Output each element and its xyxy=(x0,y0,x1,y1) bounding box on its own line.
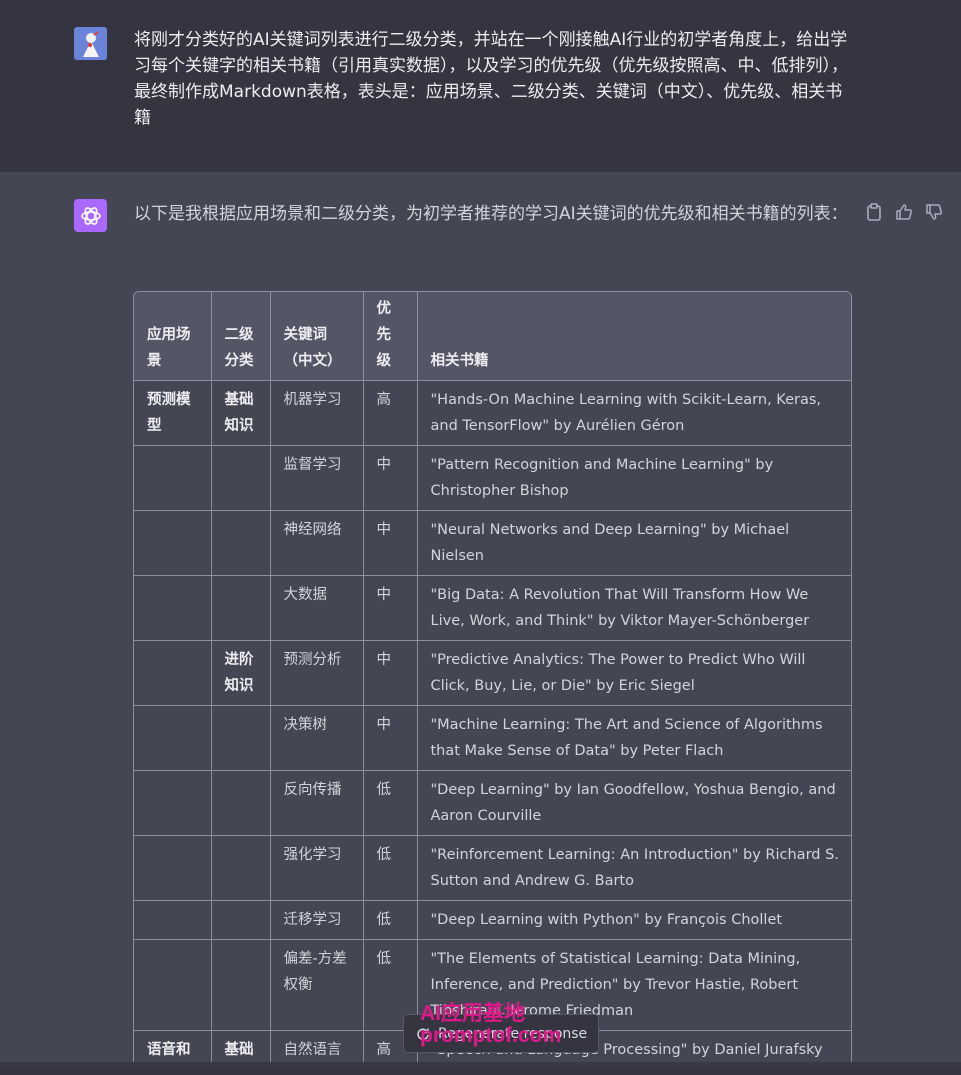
cell-keyword: 大数据 xyxy=(269,575,364,641)
cell-subcategory xyxy=(210,705,271,771)
cell-keyword: 反向传播 xyxy=(269,770,364,836)
cell-keyword: 机器学习 xyxy=(269,380,364,446)
message-actions xyxy=(864,202,944,222)
cell-scene xyxy=(134,510,212,576)
cell-keyword: 预测分析 xyxy=(269,640,364,706)
cell-book: "Big Data: A Revolution That Will Transf… xyxy=(416,575,851,641)
cell-subcategory xyxy=(210,445,271,511)
cell-priority: 低 xyxy=(362,770,418,836)
table-row: 迁移学习 低 "Deep Learning with Python" by Fr… xyxy=(134,900,851,940)
cell-scene xyxy=(134,640,212,706)
cell-keyword: 强化学习 xyxy=(269,835,364,901)
cell-book: "Predictive Analytics: The Power to Pred… xyxy=(416,640,851,706)
table-row: 神经网络 中 "Neural Networks and Deep Learnin… xyxy=(134,510,851,576)
cell-priority: 中 xyxy=(362,575,418,641)
cell-subcategory xyxy=(210,510,271,576)
cell-scene: 预测模型 xyxy=(134,380,212,446)
cell-subcategory xyxy=(210,939,271,1031)
copy-icon[interactable] xyxy=(864,202,884,222)
cell-scene xyxy=(134,705,212,771)
table-row: 决策树 中 "Machine Learning: The Art and Sci… xyxy=(134,705,851,771)
cell-scene xyxy=(134,575,212,641)
header-books: 相关书籍 xyxy=(416,292,851,381)
table-row: 强化学习 低 "Reinforcement Learning: An Intro… xyxy=(134,835,851,901)
cell-subcategory: 基础知识 xyxy=(210,380,271,446)
cell-priority: 低 xyxy=(362,900,418,940)
cell-scene xyxy=(134,900,212,940)
cell-book: "Machine Learning: The Art and Science o… xyxy=(416,705,851,771)
cell-scene xyxy=(134,835,212,901)
regenerate-response-button[interactable]: Regenerate response xyxy=(403,1014,599,1053)
cell-scene xyxy=(134,770,212,836)
cell-keyword: 神经网络 xyxy=(269,510,364,576)
cell-book: "Reinforcement Learning: An Introduction… xyxy=(416,835,851,901)
cell-keyword: 偏差-方差权衡 xyxy=(269,939,364,1031)
table-row: 监督学习 中 "Pattern Recognition and Machine … xyxy=(134,445,851,511)
cell-book: "Pattern Recognition and Machine Learnin… xyxy=(416,445,851,511)
cell-priority: 中 xyxy=(362,510,418,576)
cell-keyword: 监督学习 xyxy=(269,445,364,511)
cell-subcategory xyxy=(210,835,271,901)
cell-priority: 中 xyxy=(362,445,418,511)
user-message: 将刚才分类好的AI关键词列表进行二级分类，并站在一个刚接触AI行业的初学者角度上… xyxy=(0,0,961,172)
cell-priority: 高 xyxy=(362,380,418,446)
cell-book: "Hands-On Machine Learning with Scikit-L… xyxy=(416,380,851,446)
header-priority: 优先级 xyxy=(362,292,418,381)
table-row: 反向传播 低 "Deep Learning" by Ian Goodfellow… xyxy=(134,770,851,836)
cell-priority: 中 xyxy=(362,705,418,771)
cell-priority: 低 xyxy=(362,835,418,901)
header-scene: 应用场景 xyxy=(134,292,212,381)
bottom-fade xyxy=(0,1062,961,1075)
books-table: 应用场景 二级分类 关键词（中文） 优先级 相关书籍 预测模型 基础知识 机器学… xyxy=(133,291,852,1075)
openai-logo-icon xyxy=(80,206,101,225)
table-row: 大数据 中 "Big Data: A Revolution That Will … xyxy=(134,575,851,641)
cell-scene xyxy=(134,445,212,511)
cell-subcategory xyxy=(210,770,271,836)
table-row: 预测模型 基础知识 机器学习 高 "Hands-On Machine Learn… xyxy=(134,380,851,446)
table-row: 进阶知识 预测分析 中 "Predictive Analytics: The P… xyxy=(134,640,851,706)
cell-subcategory: 进阶知识 xyxy=(210,640,271,706)
cell-keyword: 决策树 xyxy=(269,705,364,771)
thumbs-down-icon[interactable] xyxy=(924,202,944,222)
cell-keyword: 迁移学习 xyxy=(269,900,364,940)
cell-priority: 中 xyxy=(362,640,418,706)
cell-book: "Deep Learning with Python" by François … xyxy=(416,900,851,940)
assistant-avatar xyxy=(74,199,107,232)
table-header-row: 应用场景 二级分类 关键词（中文） 优先级 相关书籍 xyxy=(134,292,851,381)
user-avatar xyxy=(74,27,107,60)
header-keyword: 关键词（中文） xyxy=(269,292,364,381)
refresh-icon xyxy=(417,1028,429,1040)
user-avatar-icon xyxy=(74,27,107,60)
cell-scene xyxy=(134,939,212,1031)
assistant-message: 以下是我根据应用场景和二级分类，为初学者推荐的学习AI关键词的优先级和相关书籍的… xyxy=(0,172,961,1075)
user-message-text: 将刚才分类好的AI关键词列表进行二级分类，并站在一个刚接触AI行业的初学者角度上… xyxy=(134,30,848,128)
cell-book: "Neural Networks and Deep Learning" by M… xyxy=(416,510,851,576)
assistant-intro-text: 以下是我根据应用场景和二级分类，为初学者推荐的学习AI关键词的优先级和相关书籍的… xyxy=(134,204,848,224)
cell-subcategory xyxy=(210,575,271,641)
header-subcategory: 二级分类 xyxy=(210,292,271,381)
thumbs-up-icon[interactable] xyxy=(894,202,914,222)
cell-subcategory xyxy=(210,900,271,940)
regenerate-response-label: Regenerate response xyxy=(438,1025,588,1042)
cell-book: "Deep Learning" by Ian Goodfellow, Yoshu… xyxy=(416,770,851,836)
